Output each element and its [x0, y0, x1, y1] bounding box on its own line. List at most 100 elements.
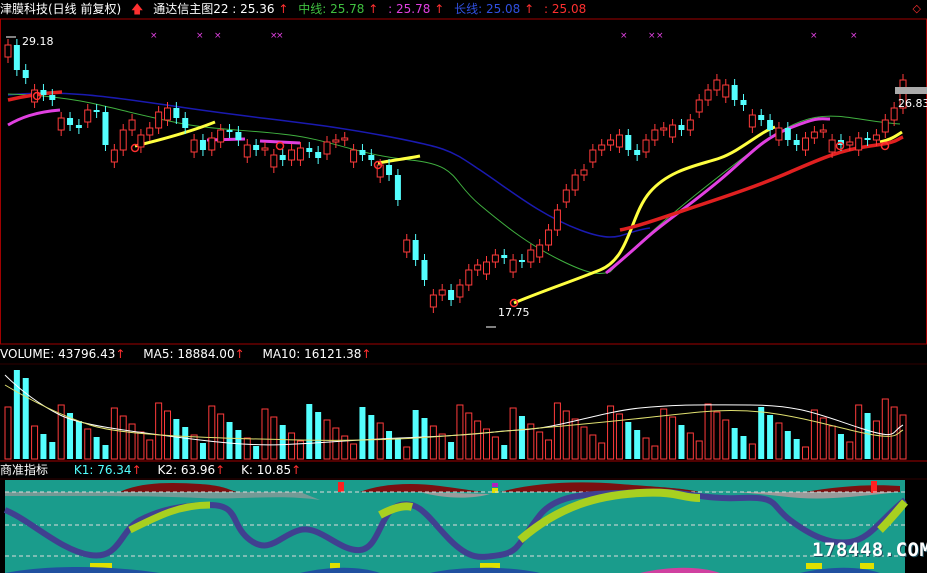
- volume-bar: [562, 410, 570, 460]
- candle-body: [872, 134, 880, 141]
- candle-body: [22, 70, 29, 78]
- volume-bar: [270, 416, 278, 460]
- volume-panel: [4, 370, 907, 460]
- volume-bar: [678, 425, 685, 459]
- candle-body: [438, 289, 446, 296]
- candle-body: [217, 129, 225, 143]
- volume-bar: [660, 408, 668, 460]
- main-price-panel: × × × ×× × × × × ×: [4, 31, 927, 328]
- long-line-value: 长线: 25.08: [454, 2, 521, 16]
- indicator-name[interactable]: 通达信主图22: [153, 2, 228, 16]
- volume-bar: [740, 436, 747, 459]
- candle-body: [119, 129, 127, 151]
- volume-bar: [536, 431, 544, 460]
- candle-body: [491, 254, 499, 263]
- volume-bar: [119, 415, 127, 460]
- volume-bar: [341, 435, 349, 460]
- volume-bar: [695, 440, 703, 460]
- volume-bar: [828, 425, 836, 460]
- settings-diamond-icon[interactable]: ◇: [913, 2, 921, 15]
- volume-bar: [518, 416, 525, 459]
- volume-bar: [253, 446, 260, 459]
- indicator-arrow: 🡅: [131, 2, 144, 16]
- volume-bar: [394, 439, 401, 459]
- volume-bar: [315, 412, 322, 459]
- volume-bar: [93, 437, 100, 459]
- volume-bar: [491, 436, 499, 460]
- k1-value: K1: 76.34: [73, 463, 132, 477]
- stock-name[interactable]: 津膜科技(日线 前复权): [0, 2, 121, 16]
- volume-bar: [4, 406, 12, 460]
- candle-body: [456, 284, 464, 298]
- candle-body: [173, 108, 180, 118]
- candle-body: [235, 132, 242, 140]
- volume-header: VOLUME: 43796.43↑ MA5: 18884.00↑ MA10: 1…: [0, 345, 377, 363]
- volume-bar: [110, 407, 118, 460]
- svg-text:×: ×: [214, 31, 222, 41]
- volume-bar: [509, 407, 517, 460]
- volume-bar: [412, 410, 419, 459]
- ma5-value: MA5: 18884.00: [143, 347, 235, 361]
- volume-bar: [713, 411, 721, 460]
- volume-bar: [137, 431, 145, 460]
- volume-bar: [306, 404, 313, 459]
- volume-bar: [465, 412, 473, 460]
- up-arrow: ↑: [434, 2, 445, 16]
- volume-bar: [580, 426, 588, 460]
- volume-bar: [784, 431, 791, 459]
- candle-body: [704, 89, 712, 101]
- volume-bar: [217, 413, 225, 460]
- candle-body: [758, 115, 765, 120]
- volume-bar: [368, 415, 375, 459]
- volume-bar: [359, 407, 366, 459]
- candle-body: [332, 139, 340, 143]
- volume-bar: [846, 441, 854, 460]
- volume-bar: [288, 432, 296, 460]
- indicator-panel-name[interactable]: 商准指标: [0, 463, 48, 477]
- candle-body: [102, 112, 109, 145]
- candle-body: [40, 90, 47, 95]
- volume-bar: [881, 398, 889, 460]
- up-arrow: ↑: [215, 463, 226, 477]
- candle-body: [4, 44, 12, 58]
- candle-body: [518, 260, 525, 262]
- volume-bar: [102, 445, 109, 459]
- volume-bar: [84, 428, 92, 460]
- volume-bar: [448, 442, 455, 459]
- candle-body: [465, 269, 473, 286]
- mid-line-value-2: : 25.78: [388, 2, 431, 16]
- candle-body: [642, 139, 650, 153]
- volume-bar: [864, 413, 871, 459]
- candle-body: [775, 127, 783, 141]
- candle-body: [571, 174, 579, 191]
- candle-body: [695, 99, 703, 113]
- volume-bar: [75, 421, 82, 459]
- volume-bar: [350, 443, 358, 460]
- candle-body: [509, 259, 517, 273]
- candle-body: [75, 125, 82, 128]
- svg-text:×: ×: [810, 31, 818, 41]
- candle-body: [562, 189, 570, 203]
- candle-body: [394, 175, 401, 200]
- up-arrow: ↑: [131, 463, 142, 477]
- candle-body: [84, 109, 92, 123]
- ma10-value: MA10: 16121.38: [262, 347, 362, 361]
- candle-body: [713, 79, 721, 91]
- chart-canvas[interactable]: × × × ×× × × × × ×: [0, 0, 927, 573]
- candle-body: [49, 95, 56, 100]
- candle-body: [722, 84, 730, 98]
- candle-body: [368, 155, 375, 160]
- indicator-value: : 25.36: [232, 2, 275, 16]
- up-arrow: ↑: [368, 2, 379, 16]
- volume-bar: [793, 439, 800, 459]
- volume-bar: [731, 428, 738, 459]
- candle-body: [350, 149, 358, 163]
- volume-bar: [598, 442, 606, 460]
- candle-body: [67, 118, 74, 125]
- candle-body: [731, 85, 738, 100]
- candle-body: [625, 135, 632, 150]
- volume-bar: [421, 418, 428, 459]
- volume-bar: [890, 406, 898, 460]
- candle-body: [483, 261, 491, 275]
- volume-bar: [243, 437, 251, 460]
